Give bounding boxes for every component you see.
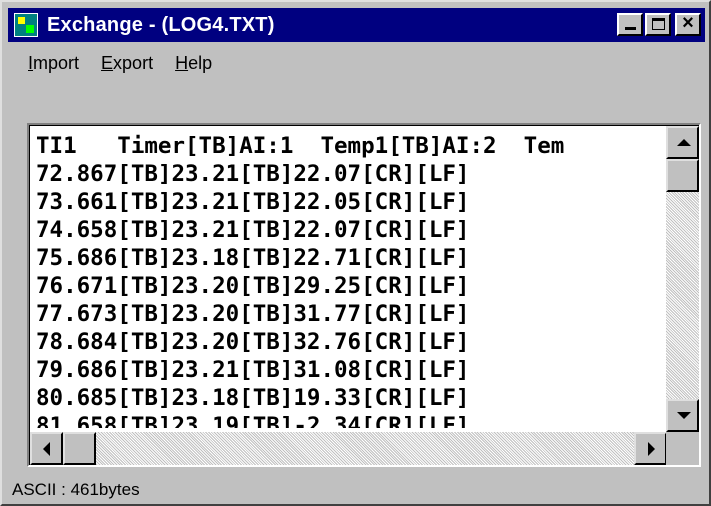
menu-import[interactable]: Import <box>28 53 79 74</box>
log-line: 75.686[TB]23.18[TB]22.71[CR][LF] <box>36 245 470 271</box>
horizontal-scrollbar[interactable] <box>30 432 667 465</box>
minimize-button[interactable] <box>617 13 643 36</box>
log-content[interactable]: TI1 Timer[TB]AI:1 Temp1[TB]AI:2 Tem 72.8… <box>36 132 664 428</box>
horizontal-scroll-thumb[interactable] <box>63 432 96 465</box>
title-bar[interactable]: Exchange - (LOG4.TXT) × <box>8 8 705 42</box>
log-line: 81.658[TB]23.19[TB]-2.34[CR][LF] <box>36 413 470 428</box>
log-text-frame: TI1 Timer[TB]AI:1 Temp1[TB]AI:2 Tem 72.8… <box>29 125 699 465</box>
vertical-scroll-thumb[interactable] <box>666 159 699 192</box>
app-window: Exchange - (LOG4.TXT) × Import Export He… <box>0 0 711 506</box>
log-line: 72.867[TB]23.21[TB]22.07[CR][LF] <box>36 161 470 187</box>
menu-help-label: elp <box>188 52 213 73</box>
scroll-up-button[interactable] <box>666 126 699 159</box>
log-line: 74.658[TB]23.21[TB]22.07[CR][LF] <box>36 217 470 243</box>
menu-export-accel: E <box>101 52 114 73</box>
status-bar: ASCII : 461bytes <box>12 478 140 502</box>
log-line: 79.686[TB]23.21[TB]31.08[CR][LF] <box>36 357 470 383</box>
app-icon[interactable] <box>14 13 38 37</box>
menu-bar: Import Export Help <box>8 48 212 78</box>
vertical-scrollbar[interactable] <box>666 126 699 432</box>
menu-help[interactable]: Help <box>175 53 212 74</box>
log-line-header: TI1 Timer[TB]AI:1 Temp1[TB]AI:2 Tem <box>36 133 565 159</box>
maximize-button[interactable] <box>645 13 671 36</box>
scroll-left-button[interactable] <box>30 432 63 465</box>
status-text: ASCII : 461bytes <box>12 480 140 499</box>
window-controls: × <box>615 12 701 36</box>
log-line: 80.685[TB]23.18[TB]19.33[CR][LF] <box>36 385 470 411</box>
menu-export-label: xport <box>113 52 154 73</box>
log-text-area[interactable]: TI1 Timer[TB]AI:1 Temp1[TB]AI:2 Tem 72.8… <box>27 123 701 467</box>
arrow-right-icon <box>648 442 655 456</box>
close-icon: × <box>682 12 694 34</box>
arrow-up-icon <box>677 139 691 146</box>
scroll-down-button[interactable] <box>666 399 699 432</box>
menu-import-label: mport <box>33 52 80 73</box>
arrow-down-icon <box>677 412 691 419</box>
menu-help-accel: H <box>175 52 189 73</box>
scrollbar-corner <box>666 432 699 465</box>
close-button[interactable]: × <box>675 12 701 36</box>
arrow-left-icon <box>43 442 50 456</box>
menu-export[interactable]: Export <box>101 53 153 74</box>
scroll-right-button[interactable] <box>634 432 667 465</box>
log-line: 78.684[TB]23.20[TB]32.76[CR][LF] <box>36 329 470 355</box>
window-title: Exchange - (LOG4.TXT) <box>47 13 275 36</box>
log-line: 73.661[TB]23.21[TB]22.05[CR][LF] <box>36 189 470 215</box>
log-line: 77.673[TB]23.20[TB]31.77[CR][LF] <box>36 301 470 327</box>
log-line: 76.671[TB]23.20[TB]29.25[CR][LF] <box>36 273 470 299</box>
